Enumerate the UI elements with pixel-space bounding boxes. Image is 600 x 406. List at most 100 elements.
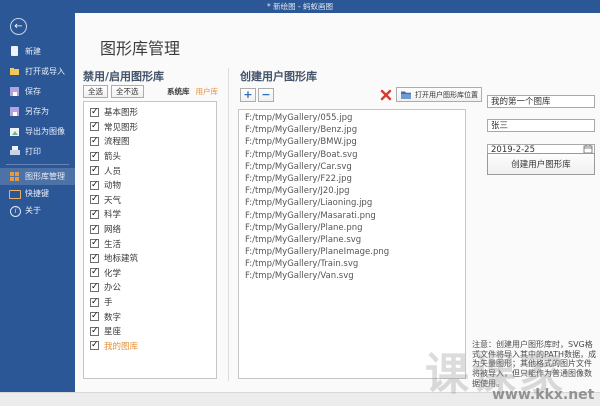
checkbox[interactable]: [90, 107, 99, 117]
system-library-tab[interactable]: 系统库: [167, 86, 190, 97]
library-item-row[interactable]: 箭头: [84, 149, 216, 164]
open-icon: [9, 66, 20, 77]
library-item-row[interactable]: 动物: [84, 178, 216, 193]
checkbox[interactable]: [90, 224, 99, 234]
saveas-icon: [9, 106, 20, 117]
library-toolbar: 全选 全不选 系统库 用户库: [83, 84, 218, 98]
back-button[interactable]: ←: [10, 18, 27, 35]
library-item-row[interactable]: 网络: [84, 222, 216, 237]
file-row[interactable]: F:/tmp/MyGallery/Benz.jpg: [239, 124, 465, 136]
library-item-row[interactable]: 星座: [84, 324, 216, 339]
new-icon: [9, 45, 20, 57]
checkbox[interactable]: [90, 311, 99, 322]
file-row[interactable]: F:/tmp/MyGallery/Liaoning.jpg: [239, 197, 465, 209]
sidebar-menu-bottom: 图形库管理 快捷键 关于: [0, 168, 75, 219]
file-row[interactable]: F:/tmp/MyGallery/J20.jpg: [239, 185, 465, 197]
sidebar-item[interactable]: 保存: [0, 81, 75, 101]
checkbox[interactable]: [90, 267, 99, 278]
enable-disable-heading: 禁用/启用图形库: [83, 70, 165, 83]
library-item-row[interactable]: 地标建筑: [84, 251, 216, 266]
file-row[interactable]: F:/tmp/MyGallery/PlaneImage.png: [239, 246, 465, 258]
library-item-row[interactable]: 我的图库: [84, 339, 216, 354]
checkbox[interactable]: [90, 165, 99, 176]
checkbox[interactable]: [90, 238, 99, 249]
sidebar-item[interactable]: 另存为: [0, 101, 75, 121]
file-row[interactable]: F:/tmp/MyGallery/F22.jpg: [239, 173, 465, 185]
library-item-row[interactable]: 流程图: [84, 134, 216, 149]
library-item-row[interactable]: 天气: [84, 193, 216, 208]
checkbox[interactable]: [90, 253, 99, 263]
sidebar-item[interactable]: 快捷键: [0, 185, 75, 202]
checkbox[interactable]: [90, 282, 99, 292]
checkbox[interactable]: [90, 151, 99, 161]
back-arrow-icon: ←: [14, 21, 23, 32]
library-item-row[interactable]: 常见图形: [84, 120, 216, 135]
sidebar-item[interactable]: 打开或导入: [0, 61, 75, 81]
sidebar-item[interactable]: 打印: [0, 141, 75, 161]
sidebar-item[interactable]: 图形库管理: [0, 168, 75, 185]
library-icon: [9, 171, 20, 182]
sidebar-item[interactable]: 导出为图像: [0, 121, 75, 141]
library-item-row[interactable]: 数字: [84, 309, 216, 324]
file-row[interactable]: F:/tmp/MyGallery/Plane.png: [239, 222, 465, 234]
checkbox[interactable]: [90, 136, 99, 146]
file-row[interactable]: F:/tmp/MyGallery/BMW.jpg: [239, 136, 465, 148]
library-item-row[interactable]: 办公: [84, 280, 216, 295]
titlebar: * 新绘图 - 蚂蚁画图: [0, 0, 600, 13]
red-cross-icon: [380, 89, 391, 100]
gallery-name-input[interactable]: [487, 94, 595, 108]
file-row[interactable]: F:/tmp/MyGallery/Plane.svg: [239, 234, 465, 246]
library-item-row[interactable]: 生活: [84, 236, 216, 251]
user-library-tab[interactable]: 用户库: [196, 86, 219, 97]
window-title: * 新绘图 - 蚂蚁画图: [266, 2, 334, 11]
library-item-row[interactable]: 科学: [84, 207, 216, 222]
sidebar-item[interactable]: 关于: [0, 202, 75, 219]
library-checkbox-list[interactable]: 基本图形 常见图形 流程图 箭头 人员 动物 天气 科学 网络 生活 地标建筑 …: [83, 101, 217, 379]
checkbox[interactable]: [90, 209, 99, 219]
add-files-button[interactable]: +: [240, 87, 256, 102]
checkbox[interactable]: [90, 340, 99, 351]
panel-divider: [228, 68, 229, 381]
window-footer: [0, 392, 600, 406]
save-icon: [9, 86, 20, 97]
open-gallery-location-button[interactable]: 打开用户图形库位置: [396, 87, 482, 102]
create-gallery-button[interactable]: 创建用户图形库: [487, 153, 595, 175]
sidebar-divider: [6, 164, 69, 165]
clear-files-button[interactable]: [378, 88, 393, 102]
folder-icon: [401, 91, 411, 99]
export-icon: [9, 126, 20, 137]
file-row[interactable]: F:/tmp/MyGallery/Car.svg: [239, 161, 465, 173]
print-icon: [9, 145, 20, 157]
remove-files-button[interactable]: −: [258, 87, 274, 102]
open-gallery-location-label: 打开用户图形库位置: [415, 90, 478, 99]
about-icon: [9, 205, 21, 217]
library-item-row[interactable]: 人员: [84, 163, 216, 178]
page-title: 图形库管理: [100, 39, 181, 58]
author-input[interactable]: [487, 118, 595, 132]
gallery-file-list[interactable]: F:/tmp/MyGallery/055.jpg F:/tmp/MyGallery…: [238, 109, 466, 379]
sidebar-menu-top: 新建 打开或导入 保存 另存为 导出为图像 打印: [0, 41, 75, 161]
gallery-form: [487, 89, 595, 162]
file-row[interactable]: F:/tmp/MyGallery/Boat.svg: [239, 149, 465, 161]
sidebar-item[interactable]: 新建: [0, 41, 75, 61]
checkbox[interactable]: [90, 180, 99, 190]
file-row[interactable]: F:/tmp/MyGallery/Train.svg: [239, 258, 465, 270]
select-none-button[interactable]: 全不选: [111, 84, 144, 98]
checkbox[interactable]: [90, 326, 99, 336]
library-item-row[interactable]: 基本图形: [84, 105, 216, 120]
checkbox[interactable]: [90, 121, 99, 132]
file-row[interactable]: F:/tmp/MyGallery/Van.svg: [239, 270, 465, 282]
app-window: * 新绘图 - 蚂蚁画图 ← 新建 打开或导入 保存 另存为 导出为图像 打印 …: [0, 0, 600, 406]
file-row[interactable]: F:/tmp/MyGallery/055.jpg: [239, 112, 465, 124]
file-row[interactable]: F:/tmp/MyGallery/Masarati.png: [239, 210, 465, 222]
create-gallery-heading: 创建用户图形库: [240, 70, 317, 83]
note-text: 注意：创建用户图形库时，SVG格式文件将导入其中的PATH数据，成为矢量图形；其…: [472, 340, 597, 388]
select-all-button[interactable]: 全选: [83, 84, 108, 98]
checkbox[interactable]: [90, 297, 99, 307]
library-management-page: 图形库管理 禁用/启用图形库 全选 全不选 系统库 用户库 基本图形 常见图形 …: [75, 13, 600, 392]
keyboard-icon: [9, 188, 21, 199]
checkbox[interactable]: [90, 194, 99, 205]
create-toolbar: + − 打开用户图形库位置: [240, 87, 482, 102]
library-item-row[interactable]: 手: [84, 295, 216, 310]
library-item-row[interactable]: 化学: [84, 266, 216, 281]
